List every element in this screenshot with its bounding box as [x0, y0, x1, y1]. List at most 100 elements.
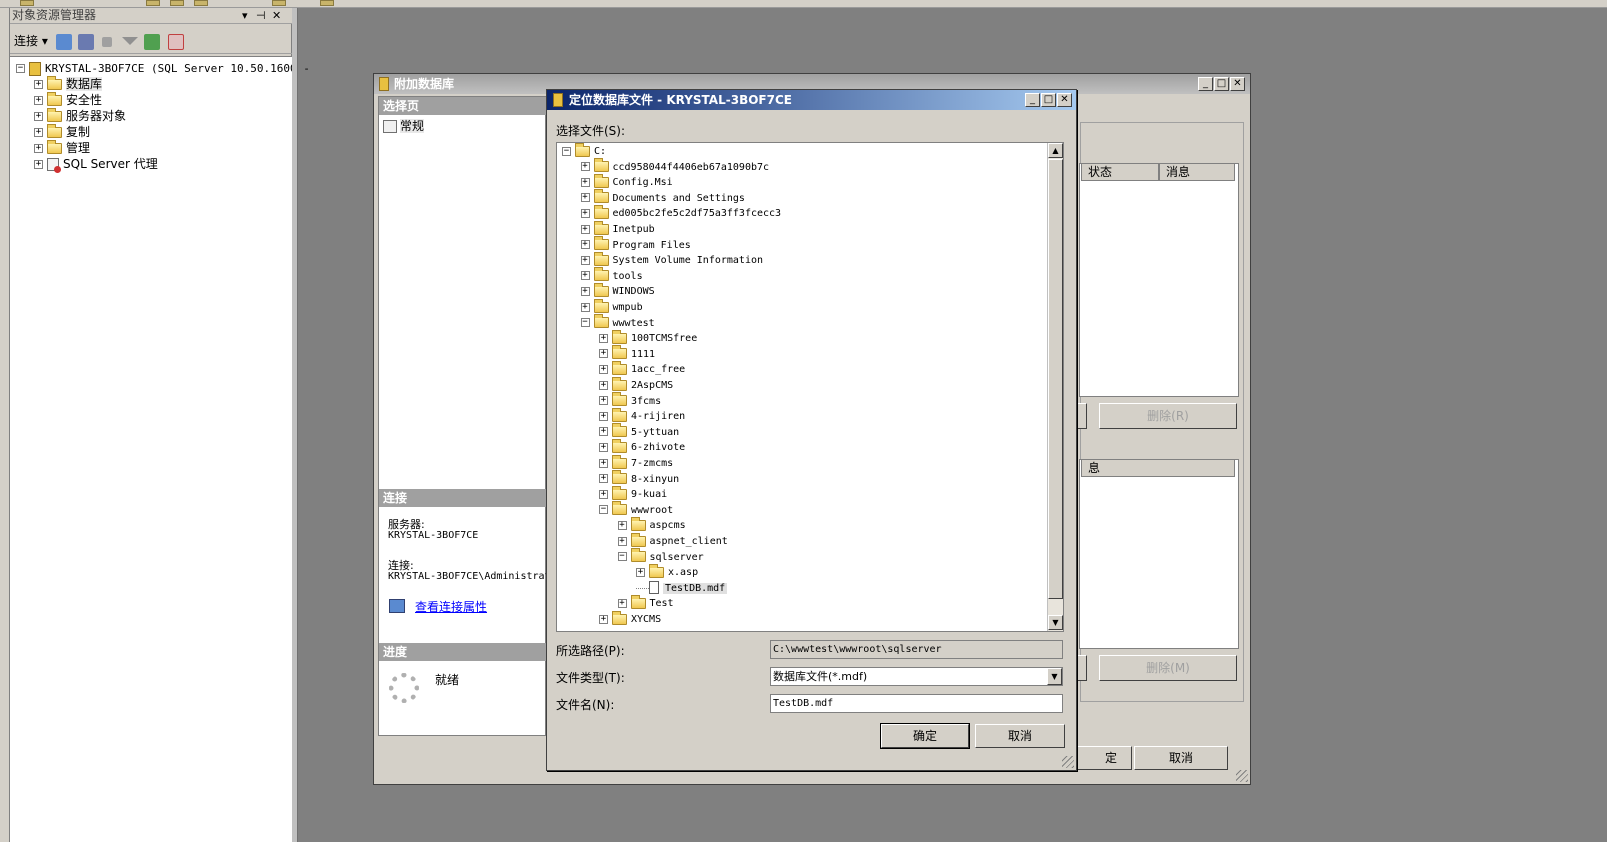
cancel-button[interactable]: 取消 — [1134, 746, 1228, 770]
dropdown-arrow-icon[interactable]: ▼ — [1047, 668, 1062, 685]
pin-icon[interactable]: ⊣ — [256, 8, 266, 23]
file-tree-folder-row[interactable]: + Documents and Settings — [580, 189, 745, 206]
file-tree-folder-row[interactable]: + Config.Msi — [580, 173, 673, 190]
collapse-icon[interactable]: − — [599, 505, 608, 515]
expand-icon[interactable]: + — [599, 474, 608, 484]
file-tree-folder-row[interactable]: + System Volume Information — [580, 251, 763, 268]
expand-icon[interactable]: + — [617, 536, 627, 546]
view-connection-properties-link[interactable]: 查看连接属性 — [415, 598, 487, 615]
expand-icon[interactable]: + — [34, 160, 43, 169]
page-general-item[interactable]: 常规 — [383, 117, 425, 134]
minimize-button[interactable]: _ — [1198, 77, 1213, 91]
expand-icon[interactable]: + — [34, 80, 43, 89]
file-tree-folder-row[interactable]: + Inetpub — [580, 220, 655, 237]
file-name-input[interactable]: TestDB.mdf — [770, 694, 1063, 713]
refresh-icon[interactable] — [144, 34, 160, 50]
file-tree-file-row[interactable]: TestDB.mdf — [636, 581, 728, 596]
resize-grip-icon[interactable] — [1236, 770, 1248, 782]
file-tree-folder-row[interactable]: +9-kuai — [599, 485, 667, 502]
file-tree-folder-row[interactable]: − C: — [562, 143, 606, 159]
file-tree-folder-row[interactable]: − wwwtest — [580, 314, 655, 331]
collapse-icon[interactable]: − — [562, 146, 571, 156]
maximize-button[interactable]: □ — [1041, 93, 1056, 107]
file-tree-folder-row[interactable]: + aspnet_client — [617, 532, 728, 549]
dropdown-icon[interactable]: ▾ — [242, 8, 248, 23]
file-tree-folder-row[interactable]: +100TCMSfree — [599, 329, 697, 346]
disconnect-icon[interactable] — [78, 34, 94, 50]
splitter[interactable] — [292, 8, 298, 842]
file-tree-folder-row[interactable]: + x.asp — [636, 563, 698, 580]
expand-icon[interactable]: + — [617, 598, 627, 608]
file-tree-folder-row[interactable]: +1111 — [599, 345, 655, 362]
tree-node-security[interactable]: + 安全性 — [34, 92, 102, 108]
minimize-button[interactable]: _ — [1025, 93, 1040, 107]
toolbar-button[interactable] — [272, 0, 286, 6]
remove-button-2[interactable]: 删除(M) — [1099, 655, 1237, 681]
toolbar-button[interactable] — [320, 0, 334, 6]
maximize-button[interactable]: □ — [1214, 77, 1229, 91]
expand-icon[interactable]: + — [580, 208, 590, 218]
toolbar-button[interactable] — [146, 0, 160, 6]
add-button-partial[interactable] — [1077, 403, 1087, 429]
scroll-up-icon[interactable]: ▲ — [1048, 143, 1063, 158]
expand-icon[interactable]: + — [580, 177, 590, 187]
expand-icon[interactable]: + — [599, 380, 608, 390]
expand-icon[interactable]: + — [34, 96, 43, 105]
file-tree-folder-row[interactable]: − wwwroot — [599, 501, 673, 518]
expand-icon[interactable]: + — [34, 112, 43, 121]
close-icon[interactable]: ✕ — [272, 8, 281, 23]
expand-icon[interactable]: + — [599, 614, 608, 624]
expand-icon[interactable]: + — [34, 144, 43, 153]
resize-grip-icon[interactable] — [1062, 756, 1074, 768]
scroll-thumb[interactable] — [1048, 159, 1063, 599]
expand-icon[interactable]: + — [580, 286, 590, 296]
file-tree-folder-row[interactable]: +4-rijiren — [599, 407, 685, 424]
file-tree-folder-row[interactable]: + Program Files — [580, 236, 691, 253]
file-tree-folder-row[interactable]: − sqlserver — [617, 548, 704, 565]
file-tree-folder-row[interactable]: + wmpub — [580, 298, 643, 315]
tree-node-server-objects[interactable]: + 服务器对象 — [34, 108, 126, 124]
close-button[interactable]: ✕ — [1230, 77, 1245, 91]
expand-icon[interactable]: + — [599, 427, 608, 437]
collapse-icon[interactable]: − — [16, 64, 25, 73]
toolbar-button[interactable] — [170, 0, 184, 6]
remove-button[interactable]: 删除(R) — [1099, 403, 1237, 429]
tree-node-server[interactable]: − KRYSTAL-3BOF7CE (SQL Server 10.50.1600 … — [16, 60, 310, 76]
summary-icon[interactable] — [168, 34, 184, 50]
file-tree-folder-row[interactable]: +7-zmcms — [599, 454, 673, 471]
close-button[interactable]: ✕ — [1057, 93, 1072, 107]
tree-node-databases[interactable]: + 数据库 — [34, 76, 103, 92]
cancel-button[interactable]: 取消 — [975, 724, 1065, 748]
filter-icon[interactable] — [122, 37, 138, 45]
file-tree-folder-row[interactable]: +6-zhivote — [599, 438, 685, 455]
expand-icon[interactable]: + — [599, 333, 608, 343]
file-type-select[interactable]: 数据库文件(*.mdf) ▼ — [770, 667, 1063, 686]
expand-icon[interactable]: + — [599, 411, 608, 421]
expand-icon[interactable]: + — [580, 302, 590, 312]
expand-icon[interactable]: + — [599, 396, 608, 406]
file-tree-folder-row[interactable]: +1acc_free — [599, 360, 685, 377]
tree-node-sql-agent[interactable]: + SQL Server 代理 — [34, 156, 158, 173]
expand-icon[interactable]: + — [580, 240, 590, 250]
file-tree-folder-row[interactable]: + aspcms — [617, 516, 686, 533]
connect-button[interactable]: 连接 ▾ — [14, 32, 48, 49]
file-tree-folder-row[interactable]: +3fcms — [599, 392, 661, 409]
expand-icon[interactable]: + — [580, 162, 590, 172]
toolbar-button[interactable] — [194, 0, 208, 6]
file-tree-folder-row[interactable]: + WINDOWS — [580, 282, 655, 299]
tree-node-replication[interactable]: + 复制 — [34, 124, 90, 140]
connect-object-icon[interactable] — [56, 34, 72, 50]
expand-icon[interactable]: + — [580, 193, 590, 203]
file-tree-folder-row[interactable]: +2AspCMS — [599, 376, 673, 393]
scroll-down-icon[interactable]: ▼ — [1048, 615, 1063, 630]
add-button-partial[interactable] — [1077, 655, 1087, 681]
ok-button[interactable]: 确定 — [880, 723, 970, 749]
expand-icon[interactable]: + — [599, 442, 608, 452]
expand-icon[interactable]: + — [599, 489, 608, 499]
tree-node-management[interactable]: + 管理 — [34, 140, 90, 156]
file-tree-folder-row[interactable]: + Test — [617, 594, 674, 611]
expand-icon[interactable]: + — [599, 349, 608, 359]
vertical-scrollbar[interactable]: ▲ ▼ — [1047, 143, 1063, 631]
expand-icon[interactable]: + — [34, 128, 43, 137]
stop-icon[interactable] — [102, 37, 112, 47]
